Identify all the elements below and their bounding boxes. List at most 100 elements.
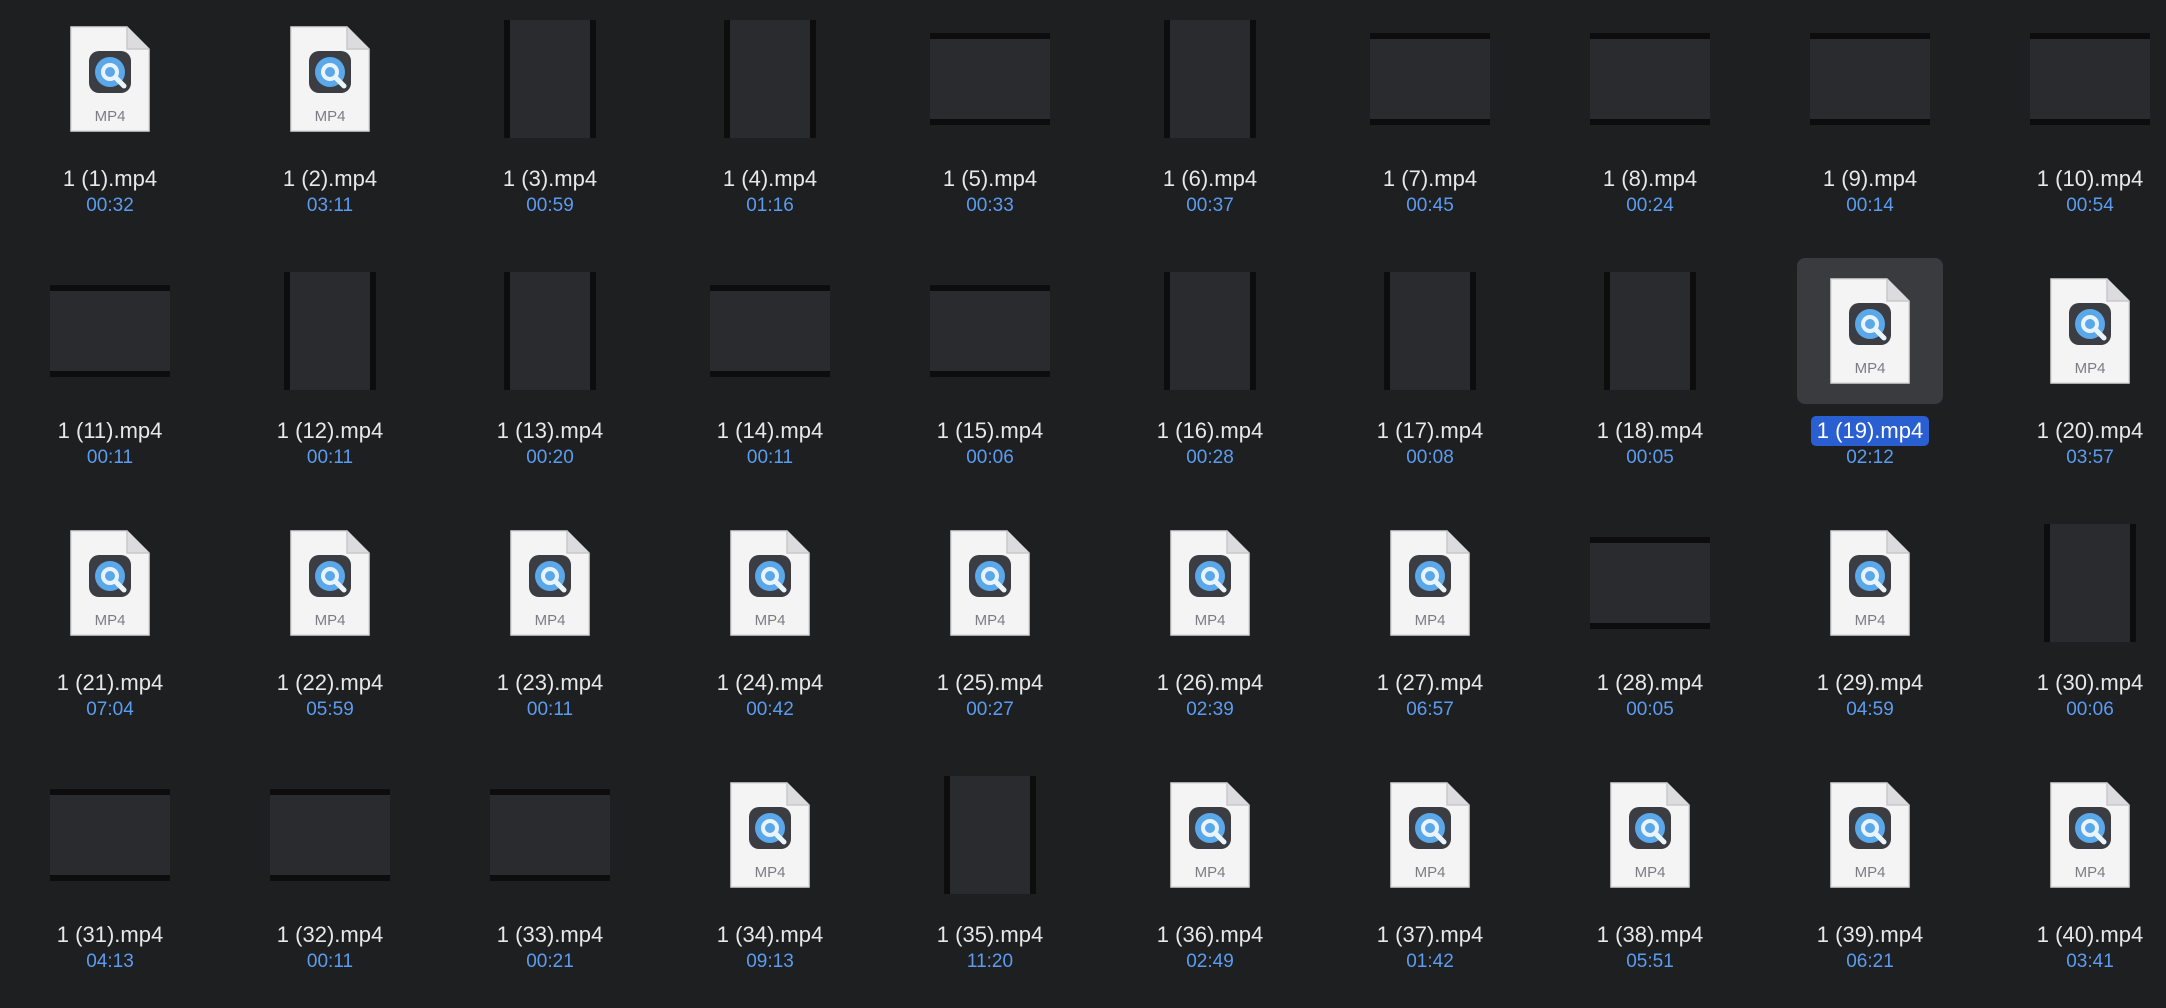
file-item[interactable]: 1 (18).mp4 00:05 <box>1540 252 1760 504</box>
file-thumbnail[interactable] <box>257 762 403 908</box>
file-name[interactable]: 1 (40).mp4 <box>2031 920 2149 950</box>
file-item[interactable]: 1 (28).mp4 00:05 <box>1540 504 1760 756</box>
file-thumbnail[interactable]: MP4 <box>697 762 843 908</box>
file-item[interactable]: 1 (12).mp4 00:11 <box>220 252 440 504</box>
file-name[interactable]: 1 (12).mp4 <box>271 416 389 446</box>
file-thumbnail[interactable] <box>37 762 183 908</box>
file-thumbnail[interactable] <box>1137 6 1283 152</box>
file-thumbnail[interactable]: MP4 <box>37 510 183 656</box>
file-item[interactable]: MP4 1 (29).mp4 04:59 <box>1760 504 1980 756</box>
file-item[interactable]: MP4 1 (26).mp4 02:39 <box>1100 504 1320 756</box>
file-name[interactable]: 1 (32).mp4 <box>271 920 389 950</box>
file-name[interactable]: 1 (4).mp4 <box>717 164 823 194</box>
file-thumbnail[interactable]: MP4 <box>257 510 403 656</box>
file-name[interactable]: 1 (11).mp4 <box>52 416 169 446</box>
file-item[interactable]: MP4 1 (23).mp4 00:11 <box>440 504 660 756</box>
file-name[interactable]: 1 (3).mp4 <box>497 164 603 194</box>
file-item[interactable]: MP4 1 (38).mp4 05:51 <box>1540 756 1760 1008</box>
file-item[interactable]: MP4 1 (2).mp4 03:11 <box>220 0 440 252</box>
file-name[interactable]: 1 (25).mp4 <box>931 668 1049 698</box>
file-thumbnail[interactable]: MP4 <box>1357 510 1503 656</box>
file-item[interactable]: MP4 1 (34).mp4 09:13 <box>660 756 880 1008</box>
file-name[interactable]: 1 (35).mp4 <box>931 920 1049 950</box>
file-item[interactable]: 1 (10).mp4 00:54 <box>1980 0 2166 252</box>
file-name[interactable]: 1 (26).mp4 <box>1151 668 1269 698</box>
file-thumbnail[interactable]: MP4 <box>2017 258 2163 404</box>
file-item[interactable]: 1 (17).mp4 00:08 <box>1320 252 1540 504</box>
file-thumbnail[interactable] <box>1797 6 1943 152</box>
file-item[interactable]: MP4 1 (37).mp4 01:42 <box>1320 756 1540 1008</box>
file-thumbnail[interactable] <box>697 6 843 152</box>
file-name[interactable]: 1 (29).mp4 <box>1811 668 1929 698</box>
file-thumbnail[interactable] <box>1357 258 1503 404</box>
file-item[interactable]: 1 (5).mp4 00:33 <box>880 0 1100 252</box>
file-item[interactable]: 1 (6).mp4 00:37 <box>1100 0 1320 252</box>
file-thumbnail[interactable]: MP4 <box>257 6 403 152</box>
file-thumbnail[interactable]: MP4 <box>1797 762 1943 908</box>
file-thumbnail[interactable]: MP4 <box>1137 762 1283 908</box>
file-item[interactable]: MP4 1 (36).mp4 02:49 <box>1100 756 1320 1008</box>
file-name[interactable]: 1 (30).mp4 <box>2031 668 2149 698</box>
file-thumbnail[interactable] <box>917 258 1063 404</box>
file-name[interactable]: 1 (24).mp4 <box>711 668 829 698</box>
file-item[interactable]: 1 (9).mp4 00:14 <box>1760 0 1980 252</box>
file-thumbnail[interactable] <box>1137 258 1283 404</box>
file-name[interactable]: 1 (2).mp4 <box>277 164 383 194</box>
file-name[interactable]: 1 (20).mp4 <box>2031 416 2149 446</box>
file-name[interactable]: 1 (23).mp4 <box>491 668 609 698</box>
file-thumbnail[interactable] <box>477 762 623 908</box>
file-thumbnail[interactable] <box>37 258 183 404</box>
file-name[interactable]: 1 (36).mp4 <box>1151 920 1269 950</box>
file-name[interactable]: 1 (1).mp4 <box>57 164 163 194</box>
file-thumbnail[interactable]: MP4 <box>1357 762 1503 908</box>
file-item[interactable]: 1 (7).mp4 00:45 <box>1320 0 1540 252</box>
file-item[interactable]: MP4 1 (25).mp4 00:27 <box>880 504 1100 756</box>
file-item[interactable]: 1 (33).mp4 00:21 <box>440 756 660 1008</box>
file-thumbnail[interactable] <box>917 762 1063 908</box>
file-item[interactable]: 1 (3).mp4 00:59 <box>440 0 660 252</box>
file-thumbnail[interactable] <box>2017 510 2163 656</box>
file-thumbnail[interactable] <box>257 258 403 404</box>
file-thumbnail[interactable]: MP4 <box>2017 762 2163 908</box>
file-thumbnail[interactable] <box>1577 6 1723 152</box>
file-item[interactable]: MP4 1 (1).mp4 00:32 <box>0 0 220 252</box>
file-item[interactable]: 1 (32).mp4 00:11 <box>220 756 440 1008</box>
file-thumbnail[interactable]: MP4 <box>1577 762 1723 908</box>
file-thumbnail[interactable] <box>2017 6 2163 152</box>
file-thumbnail[interactable]: MP4 <box>37 6 183 152</box>
file-item[interactable]: MP4 1 (21).mp4 07:04 <box>0 504 220 756</box>
file-name[interactable]: 1 (10).mp4 <box>2031 164 2149 194</box>
file-name[interactable]: 1 (39).mp4 <box>1811 920 1929 950</box>
file-item[interactable]: 1 (8).mp4 00:24 <box>1540 0 1760 252</box>
file-item[interactable]: MP4 1 (20).mp4 03:57 <box>1980 252 2166 504</box>
file-name[interactable]: 1 (5).mp4 <box>937 164 1043 194</box>
file-name[interactable]: 1 (9).mp4 <box>1817 164 1923 194</box>
file-thumbnail[interactable] <box>1577 510 1723 656</box>
file-item[interactable]: 1 (15).mp4 00:06 <box>880 252 1100 504</box>
file-name[interactable]: 1 (37).mp4 <box>1371 920 1489 950</box>
file-thumbnail[interactable] <box>1357 6 1503 152</box>
file-name[interactable]: 1 (15).mp4 <box>931 416 1049 446</box>
file-thumbnail[interactable]: MP4 <box>697 510 843 656</box>
file-thumbnail[interactable] <box>917 6 1063 152</box>
file-item[interactable]: MP4 1 (27).mp4 06:57 <box>1320 504 1540 756</box>
file-name[interactable]: 1 (21).mp4 <box>51 668 169 698</box>
file-name[interactable]: 1 (31).mp4 <box>51 920 169 950</box>
file-item[interactable]: 1 (31).mp4 04:13 <box>0 756 220 1008</box>
file-name[interactable]: 1 (34).mp4 <box>711 920 829 950</box>
file-name[interactable]: 1 (18).mp4 <box>1591 416 1709 446</box>
file-thumbnail[interactable]: MP4 <box>477 510 623 656</box>
file-item[interactable]: 1 (16).mp4 00:28 <box>1100 252 1320 504</box>
file-name[interactable]: 1 (33).mp4 <box>491 920 609 950</box>
file-thumbnail[interactable] <box>477 6 623 152</box>
file-name[interactable]: 1 (8).mp4 <box>1597 164 1703 194</box>
file-thumbnail[interactable]: MP4 <box>1797 258 1943 404</box>
file-item[interactable]: MP4 1 (22).mp4 05:59 <box>220 504 440 756</box>
file-item[interactable]: 1 (13).mp4 00:20 <box>440 252 660 504</box>
file-name[interactable]: 1 (13).mp4 <box>491 416 609 446</box>
file-item[interactable]: 1 (35).mp4 11:20 <box>880 756 1100 1008</box>
file-name[interactable]: 1 (14).mp4 <box>711 416 829 446</box>
file-item[interactable]: 1 (14).mp4 00:11 <box>660 252 880 504</box>
file-item[interactable]: MP4 1 (24).mp4 00:42 <box>660 504 880 756</box>
file-thumbnail[interactable] <box>697 258 843 404</box>
